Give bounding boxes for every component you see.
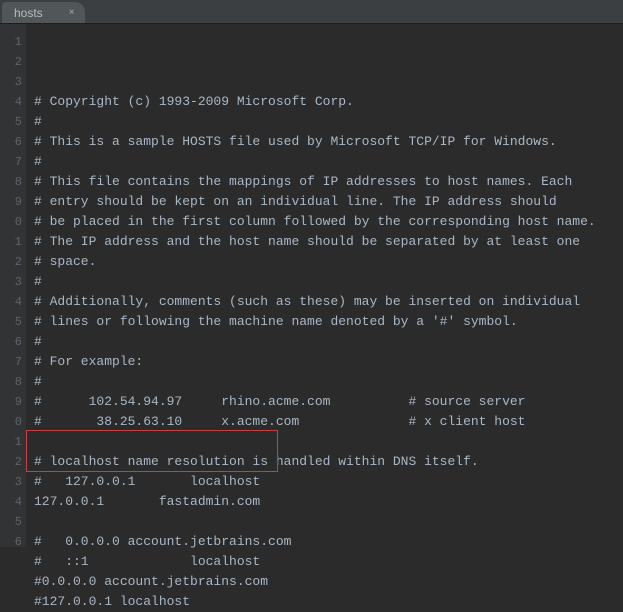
code-line: # be placed in the first column followed… [34, 212, 623, 232]
line-number: 0 [0, 412, 22, 432]
code-line: # space. [34, 252, 623, 272]
line-number: 3 [0, 272, 22, 292]
line-number: 5 [0, 312, 22, 332]
code-line: # 38.25.63.10 x.acme.com # x client host [34, 412, 623, 432]
line-number: 3 [0, 72, 22, 92]
line-number: 6 [0, 132, 22, 152]
code-line: # For example: [34, 352, 623, 372]
code-area[interactable]: # Copyright (c) 1993-2009 Microsoft Corp… [26, 24, 623, 547]
line-number: 4 [0, 292, 22, 312]
code-line: # The IP address and the host name shoul… [34, 232, 623, 252]
line-number: 9 [0, 392, 22, 412]
line-number: 1 [0, 432, 22, 452]
line-number: 3 [0, 472, 22, 492]
code-line: 127.0.0.1 fastadmin.com [34, 492, 623, 512]
line-number: 2 [0, 452, 22, 472]
line-number: 0 [0, 212, 22, 232]
code-line: # lines or following the machine name de… [34, 312, 623, 332]
code-line: # [34, 332, 623, 352]
line-number: 2 [0, 252, 22, 272]
line-number: 9 [0, 192, 22, 212]
code-line: #0.0.0.0 account.jetbrains.com [34, 572, 623, 592]
code-line: #127.0.0.1 localhost [34, 592, 623, 612]
code-line: # Copyright (c) 1993-2009 Microsoft Corp… [34, 92, 623, 112]
code-line: # [34, 152, 623, 172]
line-number: 6 [0, 332, 22, 352]
line-number: 2 [0, 52, 22, 72]
code-line [34, 432, 623, 452]
line-number: 5 [0, 512, 22, 532]
code-line: # localhost name resolution is handled w… [34, 452, 623, 472]
line-number: 7 [0, 352, 22, 372]
line-number: 1 [0, 32, 22, 52]
code-line: # 0.0.0.0 account.jetbrains.com [34, 532, 623, 552]
code-line: # [34, 372, 623, 392]
close-icon[interactable]: × [69, 8, 75, 18]
line-number: 1 [0, 232, 22, 252]
code-line: # This is a sample HOSTS file used by Mi… [34, 132, 623, 152]
code-line: # 127.0.0.1 localhost [34, 472, 623, 492]
code-line: # This file contains the mappings of IP … [34, 172, 623, 192]
editor[interactable]: 12345678901234567890123456 # Copyright (… [0, 24, 623, 547]
tab-hosts[interactable]: hosts × [2, 2, 85, 23]
code-line: # Additionally, comments (such as these)… [34, 292, 623, 312]
line-number: 4 [0, 492, 22, 512]
line-number-gutter: 12345678901234567890123456 [0, 24, 26, 547]
line-number: 5 [0, 112, 22, 132]
code-line: # ::1 localhost [34, 552, 623, 572]
tab-bar: hosts × [0, 0, 623, 24]
code-line: # entry should be kept on an individual … [34, 192, 623, 212]
code-line: # [34, 112, 623, 132]
code-line [34, 512, 623, 532]
line-number: 7 [0, 152, 22, 172]
line-number: 6 [0, 532, 22, 552]
code-line: # [34, 272, 623, 292]
tab-title: hosts [14, 6, 43, 20]
code-line: # 102.54.94.97 rhino.acme.com # source s… [34, 392, 623, 412]
line-number: 8 [0, 372, 22, 392]
line-number: 8 [0, 172, 22, 192]
line-number: 4 [0, 92, 22, 112]
